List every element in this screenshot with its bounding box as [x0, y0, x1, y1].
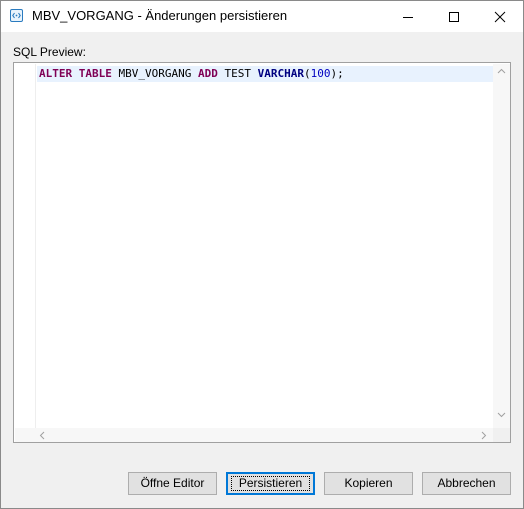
sql-keyword: ALTER	[39, 67, 73, 80]
sql-number: 100	[310, 67, 331, 80]
maximize-button[interactable]	[431, 1, 477, 32]
sql-file-icon	[10, 9, 23, 22]
horizontal-scrollbar[interactable]	[15, 428, 493, 442]
scroll-up-icon[interactable]	[497, 68, 506, 74]
scroll-down-icon[interactable]	[497, 412, 506, 418]
copy-button[interactable]: Kopieren	[324, 472, 413, 495]
scroll-right-icon[interactable]	[481, 431, 487, 440]
open-editor-button[interactable]: Öffne Editor	[128, 472, 217, 495]
sql-preview-label: SQL Preview:	[13, 45, 86, 59]
editor-gutter	[15, 64, 37, 428]
close-icon	[494, 11, 506, 23]
minimize-icon	[403, 17, 413, 18]
sql-type: VARCHAR	[257, 67, 304, 80]
sql-column-name: TEST	[217, 67, 258, 80]
window-title: MBV_VORGANG - Änderungen persistieren	[32, 8, 288, 23]
persist-button-label: Persistieren	[238, 476, 303, 490]
cancel-button[interactable]: Abbrechen	[422, 472, 511, 495]
sql-keyword: ADD	[197, 67, 218, 80]
scroll-left-icon[interactable]	[39, 431, 45, 440]
sql-code-line[interactable]: ALTER TABLE MBV_VORGANG ADD TEST VARCHAR…	[39, 67, 344, 81]
sql-paren-open: (	[303, 67, 311, 80]
scrollbar-corner	[493, 428, 510, 442]
sql-preview-editor[interactable]: ALTER TABLE MBV_VORGANG ADD TEST VARCHAR…	[13, 62, 511, 443]
close-button[interactable]	[477, 1, 523, 32]
vertical-scrollbar[interactable]	[493, 64, 510, 428]
sql-identifier: MBV_VORGANG	[111, 67, 198, 80]
sql-paren-close: );	[330, 67, 344, 80]
gutter-divider	[35, 64, 36, 428]
title-bar[interactable]: MBV_VORGANG - Änderungen persistieren	[1, 1, 523, 32]
minimize-button[interactable]	[385, 1, 431, 32]
persist-button[interactable]: Persistieren	[226, 472, 315, 495]
sql-keyword: TABLE	[78, 67, 112, 80]
sql-space	[72, 67, 79, 80]
dialog-window: MBV_VORGANG - Änderungen persistieren SQ…	[0, 0, 524, 509]
maximize-icon	[449, 12, 459, 22]
